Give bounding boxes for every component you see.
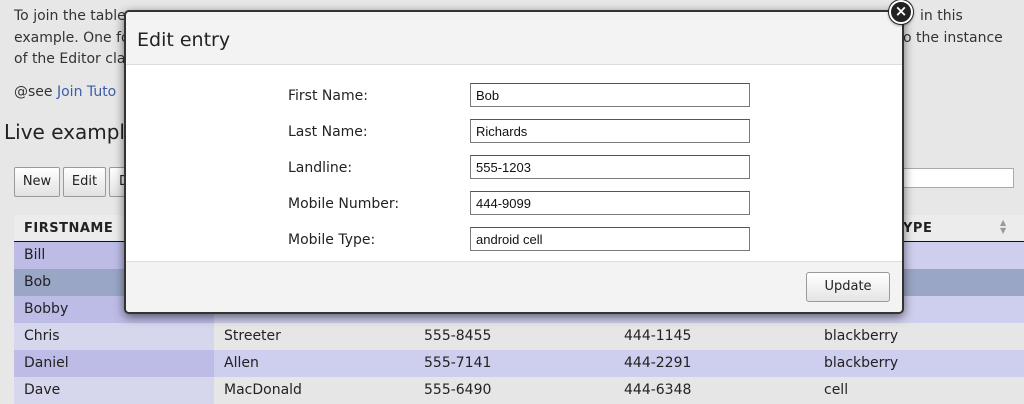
column-header-mobile-type[interactable]: YPE [903, 221, 932, 236]
cell-last: MacDonald [224, 382, 302, 398]
new-button[interactable]: New [14, 167, 60, 197]
cell-first: Bill [24, 247, 46, 263]
last-name-label: Last Name: [288, 124, 368, 140]
landline-field[interactable] [470, 155, 750, 179]
dialog-footer: Update [126, 261, 902, 312]
column-header-firstname[interactable]: FIRSTNAME [24, 221, 113, 236]
mobile-number-label: Mobile Number: [288, 196, 400, 212]
cell-last: Allen [224, 355, 259, 371]
mobile-type-label: Mobile Type: [288, 232, 376, 248]
join-tutorial-link[interactable]: Join Tuto [57, 84, 116, 100]
cell-last: Streeter [224, 328, 281, 344]
cell-type: cell [824, 382, 849, 398]
cell-first: Chris [24, 328, 60, 344]
edit-entry-dialog: Edit entry First Name: Last Name: Landli… [124, 10, 904, 314]
landline-label: Landline: [288, 160, 353, 176]
see-also: @see Join Tuto [14, 84, 116, 100]
intro-right-fragment: in this [920, 6, 963, 28]
intro-right-fragment: o the instance [903, 28, 1003, 50]
close-icon[interactable]: × [889, 0, 913, 24]
live-example-heading: Live example [4, 120, 138, 144]
cell-mobile: 444-1145 [624, 328, 692, 344]
edit-button[interactable]: Edit [63, 167, 106, 197]
dialog-title: Edit entry [137, 29, 231, 51]
dialog-header: Edit entry [126, 12, 902, 65]
intro-right-line: in this [920, 8, 963, 24]
search-input[interactable] [896, 168, 1014, 188]
table-row[interactable]: Chris Streeter 555-8455 444-1145 blackberry [14, 323, 1024, 350]
update-button[interactable]: Update [806, 272, 890, 302]
cell-type: blackberry [824, 328, 899, 344]
cell-first: Daniel [24, 355, 69, 371]
cell-first: Dave [24, 382, 61, 398]
cell-first: Bob [24, 274, 52, 290]
see-prefix: @see [14, 84, 53, 100]
cell-landline: 555-8455 [424, 328, 492, 344]
mobile-number-field[interactable] [470, 191, 750, 215]
cell-first: Bobby [24, 301, 69, 317]
cell-landline: 555-7141 [424, 355, 492, 371]
mobile-type-field[interactable] [470, 227, 750, 251]
cell-mobile: 444-2291 [624, 355, 692, 371]
sort-icon: ▲ ▼ [1000, 218, 1007, 235]
intro-right-line: o the instance [903, 29, 1003, 46]
cell-type: blackberry [824, 355, 899, 371]
cell-landline: 555-6490 [424, 382, 492, 398]
cell-mobile: 444-6348 [624, 382, 692, 398]
first-name-field[interactable] [470, 83, 750, 107]
table-row[interactable]: Daniel Allen 555-7141 444-2291 blackberry [14, 350, 1024, 377]
first-name-label: First Name: [288, 88, 368, 104]
last-name-field[interactable] [470, 119, 750, 143]
